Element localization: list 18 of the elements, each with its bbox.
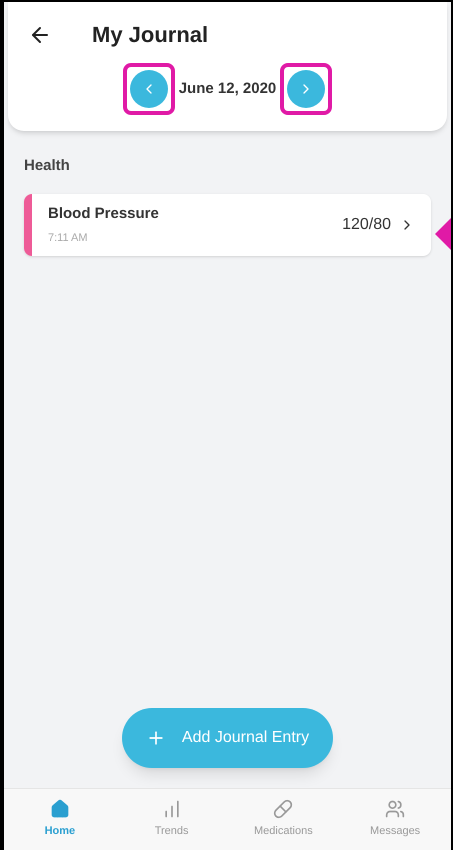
- date-label: June 12, 2020: [178, 78, 276, 99]
- nav-tab[interactable]: Messages: [339, 789, 451, 850]
- nav-tab[interactable]: Medications: [228, 789, 340, 850]
- nav-tab[interactable]: Trends: [116, 789, 228, 850]
- home-icon: [50, 799, 70, 820]
- entry-time: 7:11 AM: [48, 230, 89, 246]
- page-title: My Journal: [92, 21, 208, 49]
- journal-entry-card[interactable]: Blood Pressure 7:11 AM 120/80: [24, 194, 431, 256]
- entry-reading: 120/80: [342, 214, 391, 234]
- entry-name: Blood Pressure: [48, 204, 160, 224]
- add-entry-button[interactable]: Add Journal Entry: [122, 708, 334, 768]
- previous-day-button[interactable]: [130, 70, 168, 108]
- pill-icon: [273, 799, 294, 820]
- pointer-arrow: [435, 218, 451, 250]
- section-title: Health: [24, 156, 71, 176]
- nav-tab[interactable]: Home: [4, 789, 116, 850]
- next-day-button[interactable]: [287, 70, 326, 108]
- people-icon: [385, 799, 406, 820]
